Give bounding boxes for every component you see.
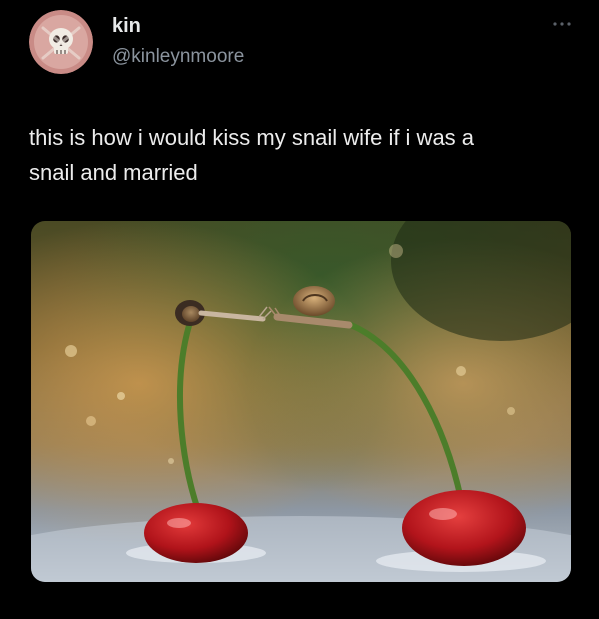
author-handle[interactable]: @kinleynmoore: [112, 46, 244, 68]
tweet-text: this is how i would kiss my snail wife i…: [29, 125, 475, 185]
tweet-media-photo[interactable]: [31, 221, 571, 582]
author-avatar[interactable]: [29, 10, 93, 74]
photo-snails-on-cherries: [31, 221, 571, 582]
skull-avatar-icon: [29, 10, 93, 74]
more-options-button[interactable]: [547, 12, 577, 36]
more-horizontal-icon: [553, 22, 571, 26]
tweet-card: kin @kinleynmoore this is how i would ki…: [0, 0, 599, 619]
author-display-name[interactable]: kin: [112, 15, 141, 38]
